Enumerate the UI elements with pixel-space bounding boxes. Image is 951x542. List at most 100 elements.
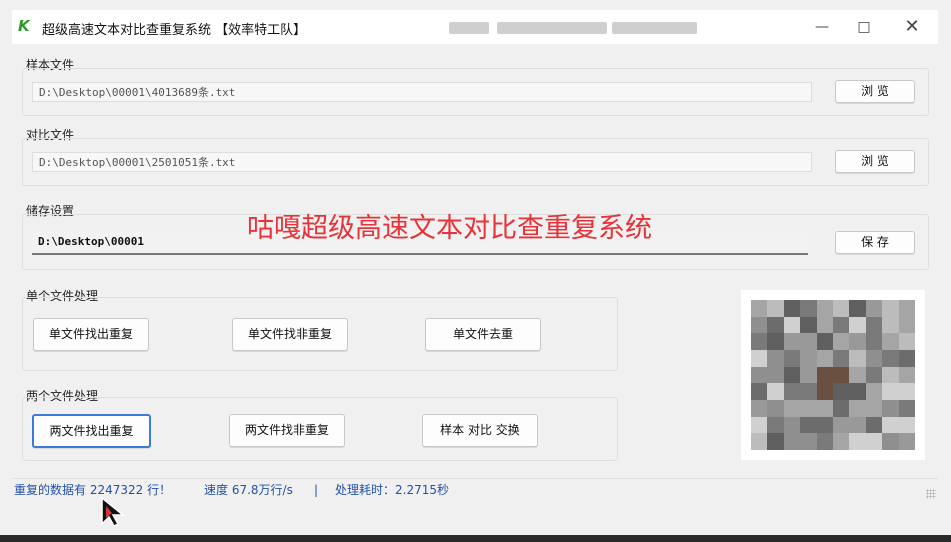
window-title: 超级高速文本对比查重复系统 【效率特工队】: [42, 23, 307, 38]
qr-pixel: [816, 383, 833, 400]
qr-pixel: [767, 333, 784, 350]
qr-pixel: [849, 333, 866, 350]
qr-pixel: [898, 366, 915, 384]
status-separator: |: [314, 483, 319, 497]
qr-pixel: [832, 333, 850, 350]
qr-pixel: [865, 333, 883, 350]
qr-pixel: [751, 399, 768, 417]
qr-pixel: [767, 383, 784, 400]
qr-pixel: [832, 433, 850, 450]
status-speed: 速度 67.8万行/s: [204, 483, 293, 497]
app-logo-icon: K: [18, 17, 30, 35]
qr-pixel: [767, 366, 784, 384]
qr-code-pixels: [751, 300, 915, 450]
qr-pixel: [882, 349, 899, 367]
qr-pixel: [783, 399, 801, 417]
two-find-nonduplicates-button[interactable]: 两文件找非重复: [229, 414, 345, 447]
qr-pixel: [882, 366, 899, 384]
qr-pixel: [898, 399, 915, 417]
mouse-cursor-icon: [101, 496, 126, 527]
qr-pixel: [800, 300, 817, 317]
qr-pixel: [751, 333, 768, 350]
overlay-title: 咕嘎超级高速文本对比查重复系统: [247, 213, 652, 244]
qr-pixel: [816, 366, 833, 384]
qr-pixel: [767, 416, 784, 434]
qr-pixel: [865, 349, 883, 367]
qr-pixel: [849, 383, 866, 400]
save-button[interactable]: 保 存: [835, 231, 915, 254]
qr-pixel: [751, 366, 768, 384]
single-find-nonduplicates-button[interactable]: 单文件找非重复: [232, 318, 348, 351]
qr-pixel: [865, 366, 883, 384]
close-icon[interactable]: ✕: [892, 15, 932, 39]
title-bar: K 超级高速文本对比查重复系统 【效率特工队】 — □ ✕: [12, 10, 938, 45]
qr-pixel: [800, 333, 817, 350]
qr-pixel: [898, 300, 915, 317]
qr-pixel: [816, 316, 833, 334]
qr-pixel: [882, 433, 899, 450]
sample-path-field[interactable]: D:\Desktop\00001\4013689条.txt: [32, 82, 812, 102]
qr-pixel: [816, 300, 833, 317]
qr-pixel: [849, 366, 866, 384]
qr-pixel: [882, 333, 899, 350]
qr-pixel: [783, 433, 801, 450]
qr-pixel: [800, 366, 817, 384]
qr-pixel: [783, 333, 801, 350]
qr-pixel: [865, 383, 883, 400]
qr-pixel: [849, 316, 866, 334]
resize-grip-icon[interactable]: [926, 489, 936, 499]
qr-pixel: [832, 399, 850, 417]
qr-pixel: [783, 316, 801, 334]
maximize-icon[interactable]: □: [844, 15, 884, 39]
qr-pixel: [882, 383, 899, 400]
qr-pixel: [800, 349, 817, 367]
qr-pixel: [898, 316, 915, 334]
qr-pixel: [865, 433, 883, 450]
qr-pixel: [898, 416, 915, 434]
qr-pixel: [751, 349, 768, 367]
qr-pixel: [898, 433, 915, 450]
single-find-duplicates-button[interactable]: 单文件找出重复: [33, 318, 149, 351]
minimize-icon[interactable]: —: [802, 15, 842, 39]
qr-pixel: [849, 399, 866, 417]
swap-sample-compare-button[interactable]: 样本 对比 交换: [422, 414, 538, 447]
qr-pixel: [882, 316, 899, 334]
blurred-info: [449, 22, 489, 34]
sample-browse-button[interactable]: 浏 览: [835, 80, 915, 103]
qr-pixel: [849, 416, 866, 434]
single-dedupe-button[interactable]: 单文件去重: [425, 318, 541, 351]
qr-pixel: [783, 300, 801, 317]
qr-pixel: [800, 433, 817, 450]
qr-pixel: [898, 383, 915, 400]
compare-path-field[interactable]: D:\Desktop\00001\2501051条.txt: [32, 152, 812, 172]
qr-pixel: [832, 300, 850, 317]
qr-pixel: [832, 416, 850, 434]
qr-pixel: [849, 349, 866, 367]
qr-pixel: [751, 433, 768, 450]
status-elapsed: 处理耗时：2.2715秒: [335, 483, 449, 497]
qr-pixel: [783, 366, 801, 384]
qr-pixel: [800, 383, 817, 400]
qr-pixel: [767, 399, 784, 417]
qr-pixel: [800, 316, 817, 334]
qr-pixel: [865, 399, 883, 417]
qr-pixel: [816, 333, 833, 350]
two-find-duplicates-button[interactable]: 两文件找出重复: [32, 414, 151, 448]
qr-code-image: [741, 290, 925, 460]
qr-pixel: [767, 316, 784, 334]
qr-pixel: [865, 416, 883, 434]
qr-pixel: [816, 416, 833, 434]
qr-pixel: [751, 316, 768, 334]
qr-pixel: [751, 300, 768, 317]
compare-browse-button[interactable]: 浏 览: [835, 150, 915, 173]
qr-pixel: [751, 416, 768, 434]
qr-pixel: [816, 349, 833, 367]
qr-pixel: [865, 300, 883, 317]
qr-pixel: [882, 300, 899, 317]
qr-pixel: [783, 416, 801, 434]
qr-pixel: [832, 366, 850, 384]
qr-pixel: [898, 349, 915, 367]
qr-pixel: [849, 300, 866, 317]
blurred-info: [497, 22, 607, 34]
qr-pixel: [751, 383, 768, 400]
